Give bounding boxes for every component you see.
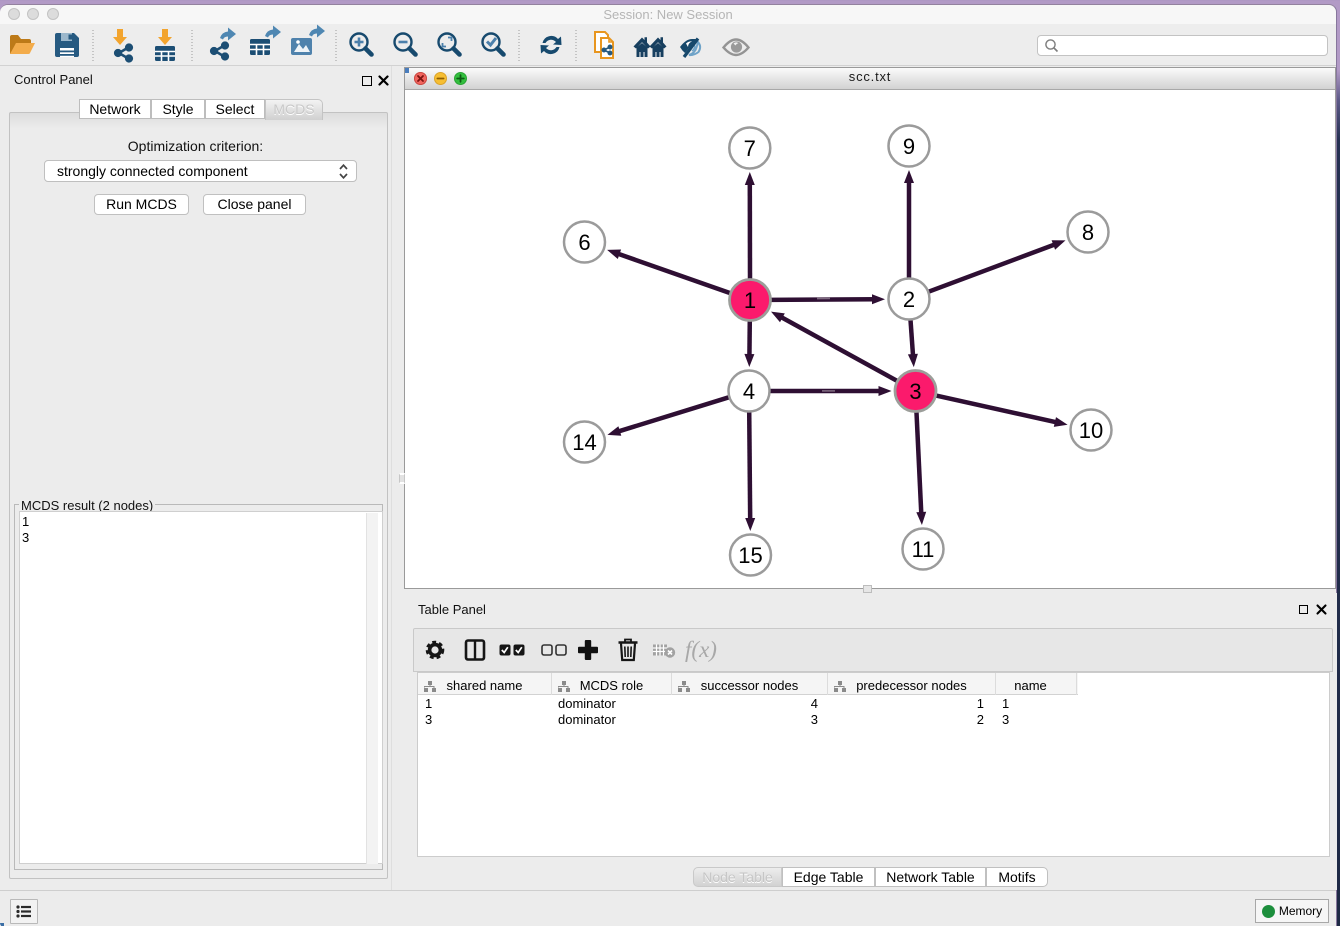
svg-text:6: 6 — [578, 230, 590, 255]
svg-text:3: 3 — [909, 379, 921, 404]
svg-text:11: 11 — [912, 537, 935, 562]
svg-text:14: 14 — [572, 430, 596, 455]
svg-text:1: 1 — [744, 288, 756, 313]
svg-text:f(x): f(x) — [685, 637, 717, 662]
svg-text:9: 9 — [903, 134, 915, 159]
svg-text:10: 10 — [1079, 418, 1103, 443]
svg-text:7: 7 — [744, 136, 756, 161]
svg-text:4: 4 — [743, 379, 755, 404]
svg-text:15: 15 — [738, 543, 762, 568]
svg-text:2: 2 — [903, 287, 915, 312]
svg-text:8: 8 — [1082, 220, 1094, 245]
